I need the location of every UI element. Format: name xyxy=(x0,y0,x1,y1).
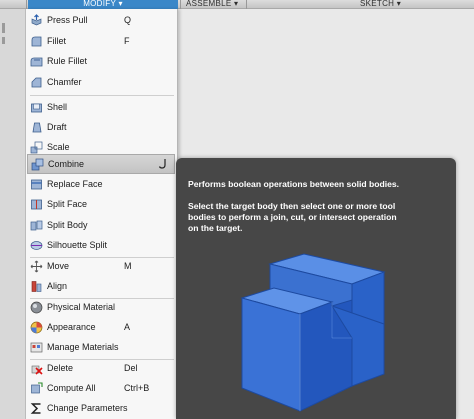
toolbar-divider xyxy=(26,0,27,9)
draft-icon xyxy=(30,121,43,134)
menu-item-label: Split Face xyxy=(47,199,88,209)
menu-item-combine[interactable]: Combine xyxy=(27,154,175,174)
menu-item-label: Appearance xyxy=(47,322,96,332)
menu-item-appearance[interactable]: Appearance A xyxy=(27,317,175,337)
menu-item-label: Change Parameters xyxy=(47,403,128,413)
physical-material-icon xyxy=(30,301,43,314)
menu-item-label: Combine xyxy=(48,159,85,169)
menu-item-delete[interactable]: Delete Del xyxy=(27,358,175,378)
menu-item-label: Delete xyxy=(47,363,74,373)
appearance-icon xyxy=(30,321,43,334)
press-pull-icon xyxy=(30,13,43,27)
tab-sketch[interactable]: SKETCH ▾ xyxy=(360,0,401,9)
rule-fillet-icon xyxy=(30,55,43,68)
combine-illustration xyxy=(240,253,386,412)
shortcut-text: M xyxy=(124,261,132,271)
menu-item-label: Scale xyxy=(47,142,70,152)
menu-item-manage-materials[interactable]: Manage Materials xyxy=(27,337,175,357)
split-body-icon xyxy=(30,219,43,232)
panel-grip[interactable] xyxy=(2,23,5,33)
menu-item-label: Compute All xyxy=(47,383,96,393)
menu-item-label: Move xyxy=(47,261,70,271)
delete-icon xyxy=(30,362,43,375)
fillet-icon xyxy=(30,35,43,48)
manage-materials-icon xyxy=(30,341,43,354)
menu-item-label: Silhouette Split xyxy=(47,240,108,250)
menu-item-compute-all[interactable]: Compute All Ctrl+B xyxy=(27,378,175,398)
replace-face-icon xyxy=(30,178,43,191)
menu-item-label: Shell xyxy=(47,102,68,112)
menu-item-chamfer[interactable]: Chamfer xyxy=(27,72,175,92)
shell-icon xyxy=(30,101,43,114)
combine-tooltip: Performs boolean operations between soli… xyxy=(176,158,456,419)
menu-item-press-pull[interactable]: Press Pull Q xyxy=(27,10,175,30)
menu-item-label: Split Body xyxy=(47,220,88,230)
menu-item-change-parameters[interactable]: Change Parameters xyxy=(27,398,175,418)
menu-item-label: Rule Fillet xyxy=(47,56,88,66)
shortcut-text: Del xyxy=(124,363,138,373)
menu-item-split-body[interactable]: Split Body xyxy=(27,215,175,235)
scale-icon xyxy=(30,141,43,154)
combine-icon xyxy=(31,158,44,171)
tooltip-instructions-line: on the target. xyxy=(188,223,243,233)
menu-item-label: Draft xyxy=(47,122,67,132)
menu-item-replace-face[interactable]: Replace Face xyxy=(27,174,175,194)
shortcut-text: F xyxy=(124,36,130,46)
left-panel-strip xyxy=(0,9,26,419)
menu-item-label: Fillet xyxy=(47,36,67,46)
panel-grip[interactable] xyxy=(2,37,5,44)
menu-item-move[interactable]: Move M xyxy=(27,256,175,276)
menu-item-label: Replace Face xyxy=(47,179,103,189)
toolbar-divider xyxy=(180,0,181,9)
chamfer-icon xyxy=(30,76,43,89)
tab-modify[interactable]: MODIFY ▾ xyxy=(28,0,178,9)
menu-item-split-face[interactable]: Split Face xyxy=(27,194,175,214)
menu-item-draft[interactable]: Draft xyxy=(27,117,175,137)
tooltip-description: Performs boolean operations between soli… xyxy=(188,179,400,189)
tooltip-instructions-line: Select the target body then select one o… xyxy=(188,201,396,211)
menu-item-silhouette-split[interactable]: Silhouette Split xyxy=(27,235,175,255)
menu-separator xyxy=(30,95,174,96)
shortcut-text: Ctrl+B xyxy=(124,383,150,393)
menu-item-label: Press Pull xyxy=(47,15,88,25)
menu-item-shell[interactable]: Shell xyxy=(27,97,175,117)
menu-item-rule-fillet[interactable]: Rule Fillet xyxy=(27,51,175,71)
shortcut-text: A xyxy=(124,322,131,332)
ribbon-toolbar: MODIFY ▾ ASSEMBLE ▾ SKETCH ▾ xyxy=(0,0,474,9)
menu-item-label: Manage Materials xyxy=(47,342,119,352)
split-face-icon xyxy=(30,198,43,211)
modify-dropdown-menu: Press Pull Q Fillet F Rule Fillet Chamfe… xyxy=(26,9,178,419)
sigma-icon xyxy=(30,402,43,415)
menu-item-label: Physical Material xyxy=(47,302,116,312)
toolbar-divider xyxy=(246,0,247,9)
menu-item-fillet[interactable]: Fillet F xyxy=(27,31,175,51)
menu-item-label: Align xyxy=(47,281,68,291)
align-icon xyxy=(30,280,43,293)
tab-assemble[interactable]: ASSEMBLE ▾ xyxy=(186,0,238,9)
mouse-cursor-icon xyxy=(158,158,168,170)
menu-item-physical-material[interactable]: Physical Material xyxy=(27,297,175,317)
menu-item-label: Chamfer xyxy=(47,77,82,87)
menu-item-align[interactable]: Align xyxy=(27,276,175,296)
compute-all-icon xyxy=(30,381,43,395)
silhouette-split-icon xyxy=(30,239,43,252)
shortcut-text: Q xyxy=(124,15,132,25)
tooltip-instructions-line: bodies to perform a join, cut, or inters… xyxy=(188,212,397,222)
move-icon xyxy=(30,260,43,273)
